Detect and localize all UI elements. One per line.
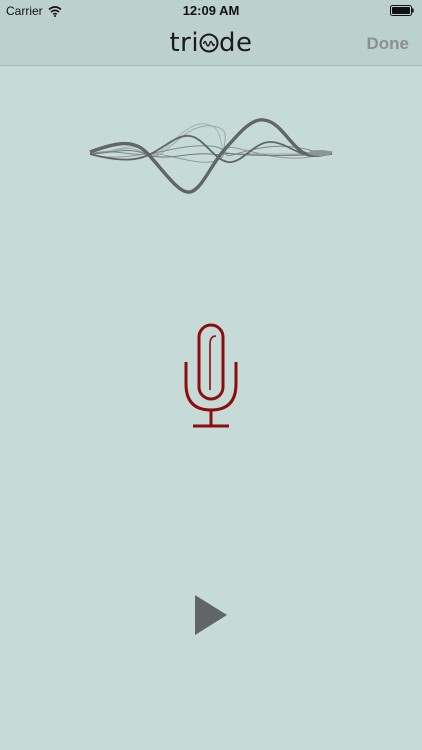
waveform-icon bbox=[89, 118, 333, 194]
done-button[interactable]: Done bbox=[367, 34, 410, 54]
logo-wave-icon bbox=[199, 33, 219, 53]
play-button[interactable] bbox=[192, 592, 230, 638]
play-icon bbox=[195, 595, 227, 635]
microphone-icon bbox=[184, 323, 238, 428]
navigation-bar: tri de Done bbox=[0, 22, 422, 66]
app-logo: tri de bbox=[0, 26, 422, 60]
status-bar: Carrier 12:09 AM bbox=[0, 0, 422, 22]
battery-icon bbox=[390, 5, 414, 16]
logo-text-right: de bbox=[219, 28, 253, 58]
logo-text-left: tri bbox=[169, 28, 200, 58]
status-time: 12:09 AM bbox=[182, 3, 240, 18]
